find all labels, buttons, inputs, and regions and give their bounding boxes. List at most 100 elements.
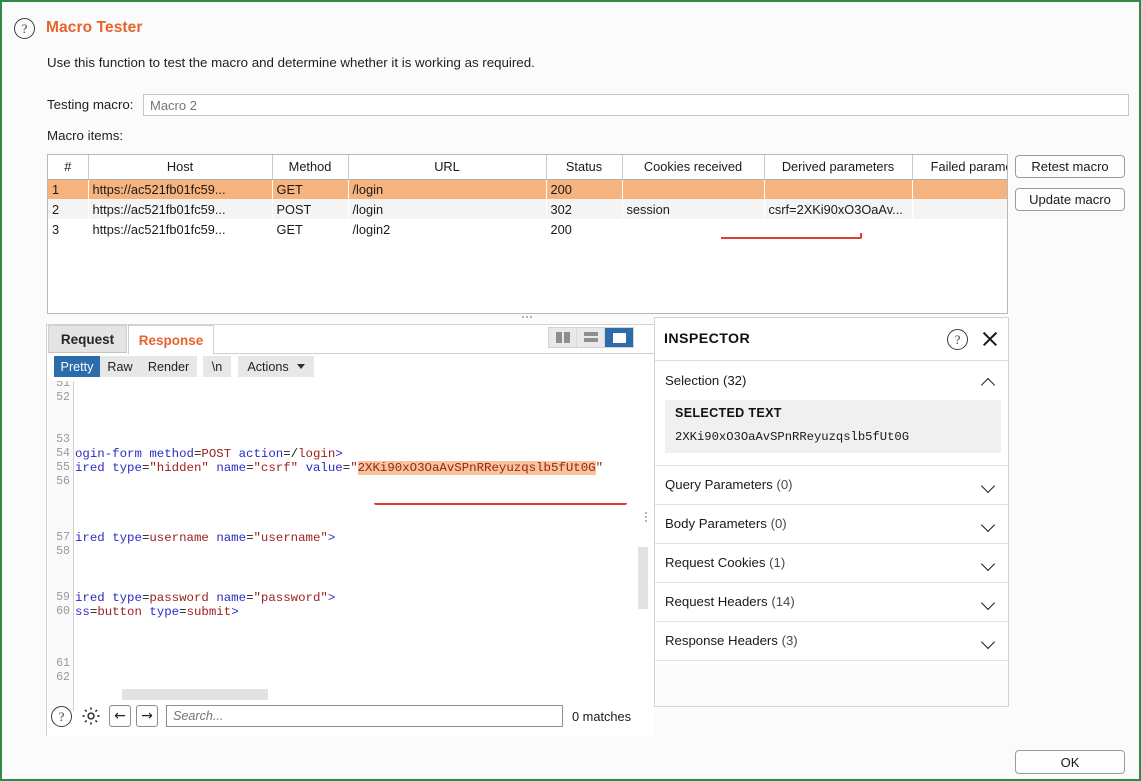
cell-method: GET [272, 219, 348, 239]
view-raw-button[interactable]: Raw [100, 356, 140, 377]
macro-items-label: Macro items: [47, 128, 124, 143]
inspector-section-response-headers[interactable]: Response Headers (3) [655, 622, 1008, 661]
view-pretty-button[interactable]: Pretty [54, 356, 100, 377]
cell-method: POST [272, 199, 348, 219]
code-line-57: ired type=username name="username"> [75, 531, 336, 545]
tab-request[interactable]: Request [48, 325, 127, 353]
cell-failed [912, 199, 1007, 219]
section-count: (0) [770, 516, 787, 531]
actions-label: Actions [247, 359, 289, 374]
column-header-num[interactable]: # [48, 155, 89, 180]
chevron-down-icon[interactable] [983, 558, 994, 569]
table-row[interactable]: 3 https://ac521fb01fc59... GET /login2 2… [48, 219, 1007, 239]
layout-toggle-group [548, 327, 634, 348]
table-row[interactable]: 1 https://ac521fb01fc59... GET /login 20… [48, 179, 1007, 199]
column-header-host[interactable]: Host [88, 155, 273, 180]
macro-items-table[interactable]: # Host Method URL Status Cookies receive… [47, 154, 1008, 314]
selected-text-title: SELECTED TEXT [675, 406, 782, 420]
split-vertical-icon[interactable] [549, 328, 577, 347]
cell-num: 3 [48, 219, 88, 239]
inspector-panel: INSPECTOR ? Selection (32) SELECTED TEXT… [654, 317, 1009, 707]
code-horizontal-scrollbar-thumb[interactable] [122, 689, 268, 700]
inspector-header: INSPECTOR ? [655, 318, 1008, 361]
split-horizontal-icon[interactable] [577, 328, 605, 347]
actions-dropdown[interactable]: Actions [238, 356, 314, 377]
section-label: Body Parameters (0) [665, 516, 787, 531]
code-line-60: ss=button type=submit> [75, 605, 239, 619]
section-count: (14) [771, 594, 795, 609]
ok-button[interactable]: OK [1015, 750, 1125, 774]
tab-response[interactable]: Response [128, 325, 214, 354]
selected-text-value[interactable]: 2XKi90xO3OaAvSPnRReyuzqslb5fUt0G [675, 430, 909, 444]
section-count: (3) [781, 633, 798, 648]
inspector-section-request-cookies[interactable]: Request Cookies (1) [655, 544, 1008, 583]
search-help-icon[interactable]: ? [51, 706, 72, 727]
line-number: 62 [56, 671, 70, 684]
gear-icon[interactable] [80, 705, 102, 727]
line-number: 60 [56, 605, 70, 618]
view-render-button[interactable]: Render [140, 356, 197, 377]
code-vertical-scrollbar-thumb[interactable] [638, 547, 648, 609]
inspector-section-query-parameters[interactable]: Query Parameters (0) [655, 466, 1008, 505]
testing-macro-input[interactable] [143, 94, 1129, 116]
cell-method: GET [272, 179, 348, 199]
message-editor-panel: Request Response Pretty Raw Render \n Ac… [46, 324, 655, 736]
inspector-help-icon[interactable]: ? [947, 329, 968, 350]
line-number: 56 [56, 475, 70, 488]
close-icon[interactable] [979, 328, 1001, 350]
cell-url: /login2 [348, 219, 546, 239]
single-pane-icon[interactable] [605, 328, 633, 347]
column-header-failed[interactable]: Failed parameters [912, 155, 1007, 180]
cell-num: 1 [48, 179, 88, 199]
line-number: 51 [56, 381, 70, 390]
code-vertical-scrollbar-track[interactable] [638, 381, 650, 711]
code-line-54: ogin-form method=POST action=/login> [75, 447, 343, 461]
column-header-derived[interactable]: Derived parameters [764, 155, 913, 180]
inspector-title: INSPECTOR [664, 331, 751, 347]
column-header-status[interactable]: Status [546, 155, 623, 180]
search-prev-button[interactable]: ← [109, 705, 131, 727]
selection-count: (32) [722, 373, 747, 388]
section-label-text: Body Parameters [665, 516, 767, 531]
code-line-59: ired type=password name="password"> [75, 591, 336, 605]
section-label: Response Headers (3) [665, 633, 798, 648]
chevron-down-icon[interactable] [983, 636, 994, 647]
section-label-text: Response Headers [665, 633, 778, 648]
search-input[interactable] [166, 705, 563, 727]
column-header-method[interactable]: Method [272, 155, 349, 180]
search-next-button[interactable]: → [136, 705, 158, 727]
inspector-footer-fill [655, 664, 1008, 706]
panel-resize-grip[interactable] [522, 313, 540, 320]
inspector-section-selection[interactable]: Selection (32) SELECTED TEXT 2XKi90xO3Oa… [655, 361, 1008, 466]
response-code-viewer[interactable]: 51 52 53 54 55 56 57 58 59 60 61 62 ogin… [48, 381, 654, 711]
chevron-down-icon[interactable] [983, 597, 994, 608]
cell-failed [912, 219, 1007, 239]
help-icon[interactable]: ? [14, 18, 35, 39]
chevron-down-icon [296, 364, 305, 369]
chevron-down-icon[interactable] [983, 480, 994, 491]
dialog-header: ? Macro Tester Use this function to test… [2, 2, 1139, 90]
line-number: 55 [56, 461, 70, 474]
line-number: 57 [56, 531, 70, 544]
code-line-55: ired type="hidden" name="csrf" value="2X… [75, 461, 604, 475]
column-header-cookies[interactable]: Cookies received [622, 155, 765, 180]
inspector-section-request-headers[interactable]: Request Headers (14) [655, 583, 1008, 622]
annotation-underline-derived [721, 233, 862, 239]
selected-token[interactable]: 2XKi90xO3OaAvSPnRReyuzqslb5fUt0G [357, 461, 596, 475]
update-macro-button[interactable]: Update macro [1015, 188, 1125, 211]
cell-cookies: session [622, 199, 764, 219]
view-newline-button[interactable]: \n [203, 356, 231, 377]
line-number: 52 [56, 391, 70, 404]
section-label: Request Cookies (1) [665, 555, 785, 570]
line-number: 54 [56, 447, 70, 460]
table-header-row: # Host Method URL Status Cookies receive… [48, 155, 1007, 180]
table-row[interactable]: 2 https://ac521fb01fc59... POST /login 3… [48, 199, 1007, 219]
chevron-down-icon[interactable] [983, 519, 994, 530]
column-header-url[interactable]: URL [348, 155, 547, 180]
retest-macro-button[interactable]: Retest macro [1015, 155, 1125, 178]
section-count: (1) [769, 555, 786, 570]
chevron-up-icon[interactable] [983, 376, 994, 387]
selection-label: Selection (32) [665, 373, 746, 388]
inspector-section-body-parameters[interactable]: Body Parameters (0) [655, 505, 1008, 544]
horizontal-split-grip[interactable] [645, 512, 647, 522]
